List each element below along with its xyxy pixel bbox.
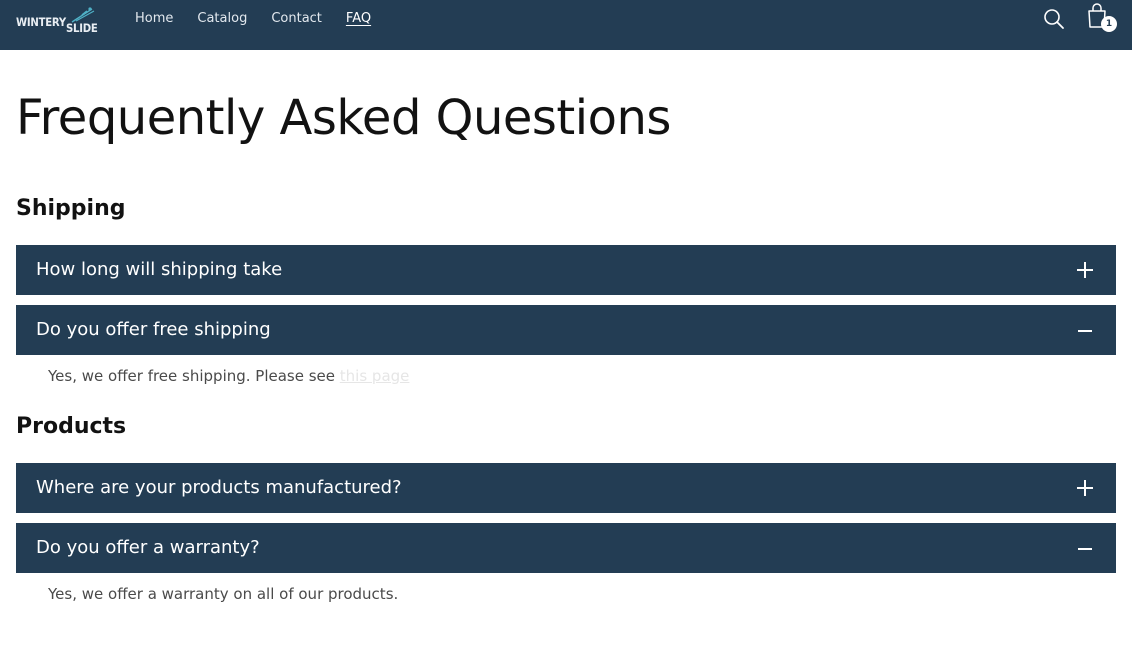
nav-catalog-link[interactable]: Catalog <box>197 10 247 28</box>
faq-item-shipping-time[interactable]: How long will shipping take <box>16 245 1116 295</box>
faq-question: Do you offer a warranty? <box>36 537 260 558</box>
site-header: WINTERY SLIDE Home Catalog Contact FAQ 1 <box>0 0 1132 50</box>
faq-question: Do you offer free shipping <box>36 319 271 340</box>
faq-question: Where are your products manufactured? <box>36 477 402 498</box>
cart-count-badge: 1 <box>1101 16 1117 32</box>
faq-item-warranty[interactable]: Do you offer a warranty? <box>16 523 1116 573</box>
logo-text-wintery: WINTERY <box>16 15 66 29</box>
section-heading-products: Products <box>16 414 127 439</box>
plus-icon[interactable] <box>1076 479 1094 497</box>
minus-icon[interactable] <box>1076 539 1094 557</box>
plus-icon[interactable] <box>1076 261 1094 279</box>
search-button[interactable] <box>1042 7 1066 31</box>
cart-button[interactable]: 1 <box>1085 2 1117 34</box>
nav-faq-link[interactable]: FAQ <box>346 10 371 28</box>
faq-answer-warranty: Yes, we offer a warranty on all of our p… <box>48 585 399 603</box>
faq-question: How long will shipping take <box>36 259 283 280</box>
brand-logo[interactable]: WINTERY SLIDE <box>16 6 100 38</box>
page-title: Frequently Asked Questions <box>16 90 671 146</box>
minus-icon[interactable] <box>1076 321 1094 339</box>
main-nav: Home Catalog Contact FAQ <box>135 10 395 28</box>
section-heading-shipping: Shipping <box>16 196 126 221</box>
search-icon <box>1044 9 1064 29</box>
faq-item-free-shipping[interactable]: Do you offer free shipping <box>16 305 1116 355</box>
nav-contact-link[interactable]: Contact <box>271 10 322 28</box>
faq-answer-free-shipping: Yes, we offer free shipping. Please see … <box>48 367 409 385</box>
faq-answer-link[interactable]: this page <box>340 367 410 385</box>
faq-item-manufactured[interactable]: Where are your products manufactured? <box>16 463 1116 513</box>
nav-home-link[interactable]: Home <box>135 10 173 28</box>
faq-answer-text: Yes, we offer free shipping. Please see <box>48 367 336 385</box>
logo-text-slide: SLIDE <box>66 21 98 35</box>
